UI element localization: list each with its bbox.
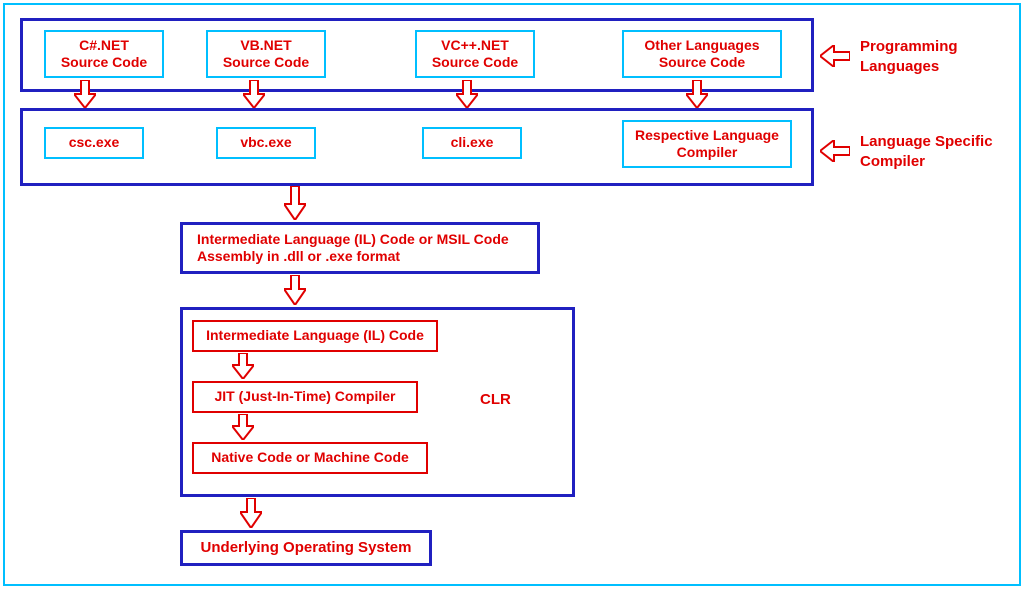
vb-source-box: VB.NET Source Code [206,30,326,78]
jit-label: JIT (Just-In-Time) Compiler [215,388,396,406]
arrow-left-icon [820,45,850,67]
clr-label: CLR [480,390,511,410]
vb-source-label: VB.NET Source Code [223,37,309,72]
native-code-box: Native Code or Machine Code [192,442,428,474]
arrow-down-icon [284,275,306,303]
clr-il-box: Intermediate Language (IL) Code [192,320,438,352]
jit-box: JIT (Just-In-Time) Compiler [192,381,418,413]
cli-label: cli.exe [451,134,494,152]
csc-box: csc.exe [44,127,144,159]
arrow-down-icon [284,186,306,214]
other-source-box: Other Languages Source Code [622,30,782,78]
other-source-label: Other Languages Source Code [644,37,759,72]
arrow-left-icon [820,140,850,162]
arrow-down-icon [74,80,96,108]
arrow-down-icon [232,414,254,442]
arrow-down-icon [232,353,254,381]
il-code-box: Intermediate Language (IL) Code or MSIL … [180,222,540,274]
native-code-label: Native Code or Machine Code [211,449,409,467]
arrow-down-icon [456,80,478,108]
il-code-label: Intermediate Language (IL) Code or MSIL … [197,231,509,266]
arrow-down-icon [243,80,265,108]
respective-compiler-label: Respective Language Compiler [635,127,779,162]
programming-languages-label: Programming Languages [860,37,958,76]
respective-compiler-box: Respective Language Compiler [622,120,792,168]
vbc-label: vbc.exe [240,134,291,152]
csc-label: csc.exe [69,134,120,152]
clr-il-label: Intermediate Language (IL) Code [206,327,424,345]
cli-box: cli.exe [422,127,522,159]
csharp-source-label: C#.NET Source Code [61,37,147,72]
os-label: Underlying Operating System [201,539,412,558]
language-specific-compiler-label: Language Specific Compiler [860,132,993,171]
arrow-down-icon [686,80,708,108]
vbc-box: vbc.exe [216,127,316,159]
arrow-down-icon [240,498,262,526]
os-box: Underlying Operating System [180,530,432,566]
vcpp-source-label: VC++.NET Source Code [432,37,518,72]
csharp-source-box: C#.NET Source Code [44,30,164,78]
vcpp-source-box: VC++.NET Source Code [415,30,535,78]
